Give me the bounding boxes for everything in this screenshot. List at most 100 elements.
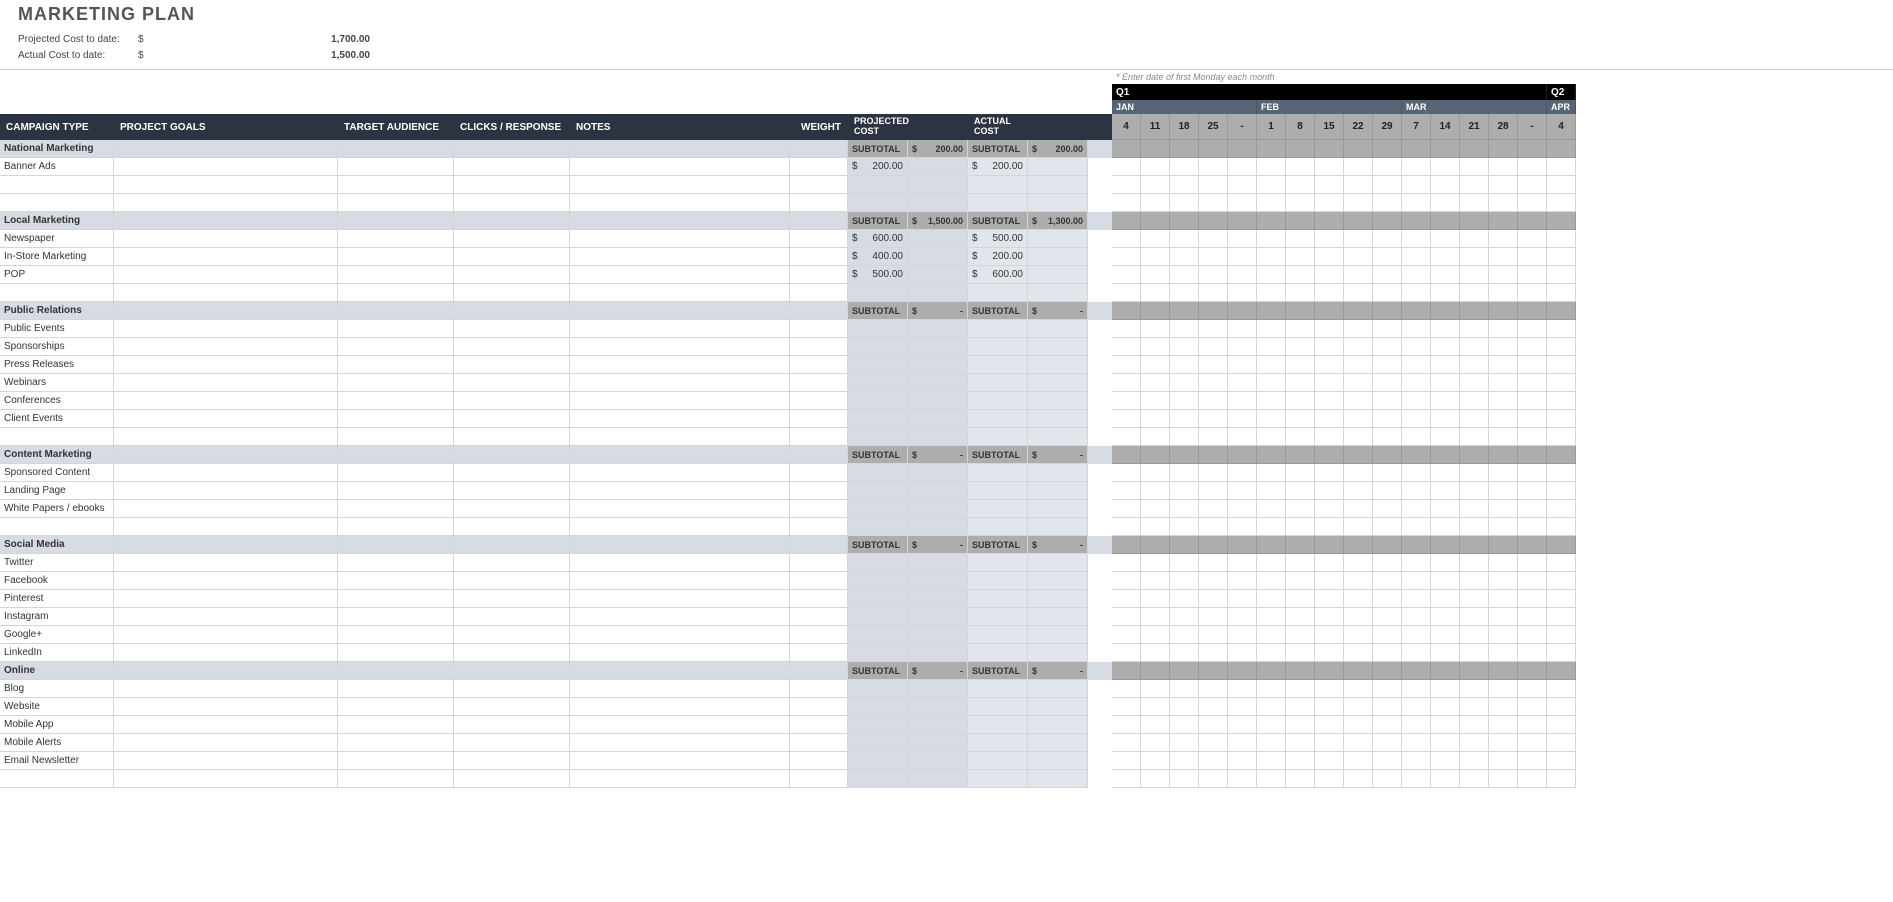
gantt-cell[interactable] [1228,572,1257,590]
gantt-cell[interactable] [1228,590,1257,608]
cell[interactable] [790,518,848,536]
gantt-cell[interactable] [1518,194,1547,212]
cell[interactable] [454,734,570,752]
gantt-cell[interactable] [1228,500,1257,518]
gantt-cell[interactable] [1228,140,1257,158]
gantt-cell[interactable] [1170,680,1199,698]
gantt-cell[interactable] [1228,356,1257,374]
gantt-cell[interactable] [1460,644,1489,662]
gantt-cell[interactable] [1344,230,1373,248]
gantt-cell[interactable] [1518,752,1547,770]
gantt-cell[interactable] [1489,284,1518,302]
actual-cost-cell[interactable] [968,698,1028,716]
cell[interactable] [454,140,570,158]
gantt-cell[interactable] [1489,734,1518,752]
cell[interactable] [790,482,848,500]
gantt-cell[interactable] [1112,212,1141,230]
gantt-cell[interactable] [1228,176,1257,194]
cell[interactable] [570,464,790,482]
cell[interactable] [114,428,338,446]
gantt-cell[interactable] [1257,626,1286,644]
cell[interactable] [908,590,968,608]
gantt-cell[interactable] [1489,518,1518,536]
gantt-cell[interactable] [1170,140,1199,158]
gantt-cell[interactable] [1518,284,1547,302]
gantt-cell[interactable] [1344,158,1373,176]
gantt-cell[interactable] [1460,464,1489,482]
gantt-cell[interactable] [1547,464,1576,482]
actual-cost-cell[interactable] [968,644,1028,662]
gantt-cell[interactable] [1344,608,1373,626]
gantt-cell[interactable] [1489,338,1518,356]
gantt-cell[interactable] [1518,446,1547,464]
gantt-cell[interactable] [1344,500,1373,518]
gantt-cell[interactable] [1228,212,1257,230]
gantt-cell[interactable] [1315,212,1344,230]
gantt-cell[interactable] [1402,410,1431,428]
gantt-cell[interactable] [1286,374,1315,392]
gantt-cell[interactable] [1141,356,1170,374]
gantt-cell[interactable] [1257,194,1286,212]
cell[interactable] [338,374,454,392]
gantt-cell[interactable] [1170,284,1199,302]
cell[interactable] [114,752,338,770]
cell[interactable] [1028,644,1088,662]
actual-cost-cell[interactable] [968,320,1028,338]
gantt-cell[interactable] [1431,320,1460,338]
cell[interactable] [790,680,848,698]
gantt-cell[interactable] [1402,464,1431,482]
cell[interactable] [908,554,968,572]
gantt-cell[interactable] [1344,284,1373,302]
gantt-cell[interactable] [1460,698,1489,716]
gantt-cell[interactable] [1373,752,1402,770]
gantt-cell[interactable] [1199,320,1228,338]
gantt-cell[interactable] [1373,392,1402,410]
actual-cost-cell[interactable] [968,374,1028,392]
gantt-cell[interactable] [1112,500,1141,518]
cell[interactable] [114,698,338,716]
cell[interactable] [790,230,848,248]
actual-cost-cell[interactable]: $200.00 [968,158,1028,176]
gantt-cell[interactable] [1315,662,1344,680]
cell[interactable] [790,590,848,608]
cell[interactable] [338,482,454,500]
gantt-cell[interactable] [1344,482,1373,500]
gantt-cell[interactable] [1518,734,1547,752]
cell[interactable] [570,194,790,212]
cell[interactable] [570,554,790,572]
gantt-cell[interactable] [1286,608,1315,626]
gantt-cell[interactable] [1460,590,1489,608]
gantt-cell[interactable] [1257,590,1286,608]
cell[interactable] [454,752,570,770]
cell[interactable] [908,410,968,428]
gantt-cell[interactable] [1518,608,1547,626]
cell[interactable] [454,608,570,626]
row-label[interactable]: LinkedIn [0,644,114,662]
cell[interactable] [454,464,570,482]
gantt-cell[interactable] [1141,410,1170,428]
gantt-cell[interactable] [1257,410,1286,428]
gantt-cell[interactable] [1344,410,1373,428]
gantt-cell[interactable] [1460,374,1489,392]
gantt-cell[interactable] [1228,536,1257,554]
proj-cost-cell[interactable] [848,176,908,194]
gantt-cell[interactable] [1344,752,1373,770]
row-label[interactable] [0,194,114,212]
cell[interactable] [790,158,848,176]
actual-cost-cell[interactable] [968,752,1028,770]
gantt-cell[interactable] [1402,284,1431,302]
cell[interactable] [454,572,570,590]
gantt-cell[interactable] [1344,770,1373,788]
gantt-cell[interactable] [1257,374,1286,392]
cell[interactable] [454,518,570,536]
gantt-cell[interactable] [1344,446,1373,464]
gantt-cell[interactable] [1489,176,1518,194]
gantt-cell[interactable] [1286,770,1315,788]
cell[interactable] [790,464,848,482]
gantt-cell[interactable] [1518,320,1547,338]
cell[interactable] [570,752,790,770]
cell[interactable] [790,752,848,770]
gantt-cell[interactable] [1315,554,1344,572]
gantt-cell[interactable] [1141,428,1170,446]
cell[interactable] [570,212,790,230]
